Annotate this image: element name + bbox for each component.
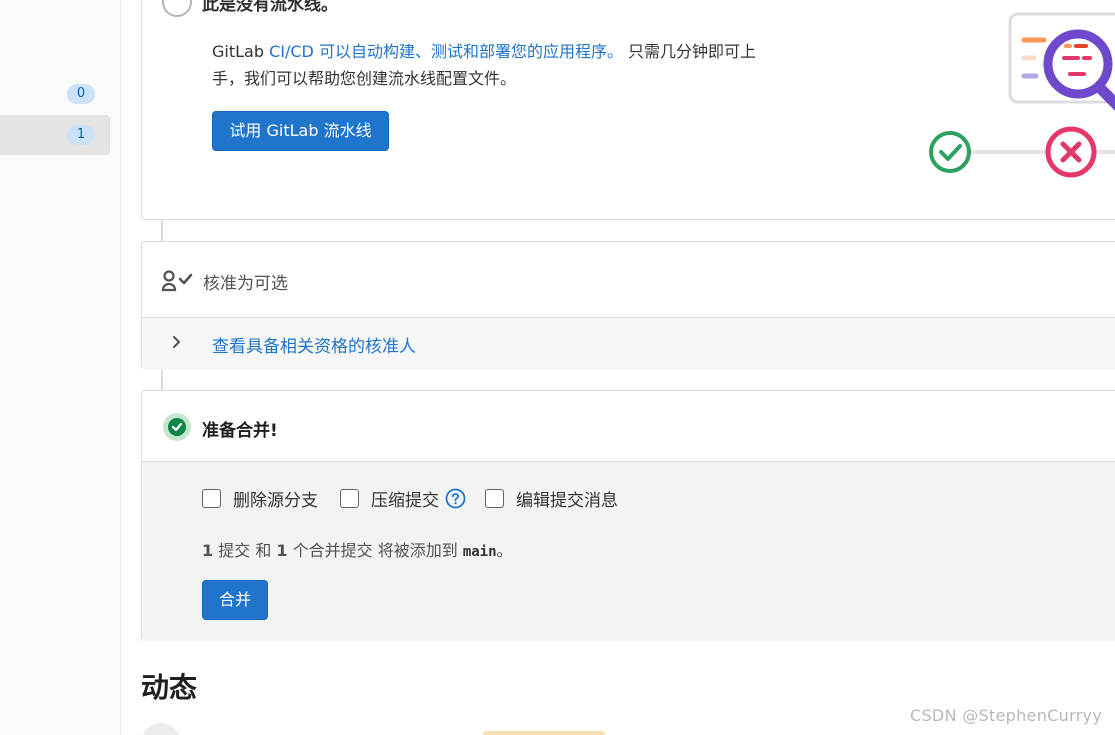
option-label: 编辑提交消息	[516, 490, 618, 511]
activity-heading: 动态	[141, 671, 198, 704]
desc-text: 只需几分钟即可上	[622, 42, 757, 61]
label-badge	[483, 731, 605, 735]
sidebar-item-active[interactable]: 1	[0, 115, 110, 155]
commit-count: 1	[202, 541, 214, 560]
merge-commit-count: 1	[276, 541, 288, 560]
success-check-icon	[163, 413, 191, 441]
approvals-widget: 核准为可选 查看具备相关资格的核准人	[141, 241, 1115, 370]
edit-commit-message-checkbox[interactable]	[485, 488, 504, 508]
desc-text: 手，我们可以帮助您创建流水线配置文件。	[212, 69, 517, 88]
sidebar: 0 1	[0, 0, 121, 735]
sidebar-item[interactable]: 0	[0, 74, 110, 114]
merge-button[interactable]: 合并	[202, 580, 268, 620]
edit-commit-message-option[interactable]: 编辑提交消息	[485, 487, 618, 511]
avatar	[141, 723, 181, 735]
watermark: CSDN @StephenCurryy	[910, 706, 1103, 725]
help-icon[interactable]	[445, 488, 466, 509]
approvals-header: 核准为可选	[142, 242, 1115, 318]
count-badge: 1	[67, 125, 95, 145]
commit-summary: 1 提交 和 1 个合并提交 将被添加到 main。	[202, 537, 513, 561]
delete-source-branch-checkbox[interactable]	[202, 488, 221, 508]
merge-commit-text: 个合并提交 将被添加到	[287, 541, 463, 560]
delete-source-branch-option[interactable]: 删除源分支	[202, 487, 318, 511]
merge-header: 准备合并!	[142, 391, 1115, 462]
pipeline-description: GitLab CI/CD 可以自动构建、测试和部署您的应用程序。 只需几分钟即可…	[212, 38, 812, 92]
ready-to-merge-text: 准备合并!	[202, 421, 278, 441]
timeline-connector	[161, 220, 163, 242]
merge-body: 删除源分支 压缩提交 编辑提交消息 1 提交 和 1 个合并提交 将被添加到 m…	[142, 462, 1115, 641]
option-label: 删除源分支	[233, 490, 318, 511]
try-pipeline-button[interactable]: 试用 GitLab 流水线	[212, 111, 389, 151]
pipeline-title: 此是没有流水线。	[202, 0, 338, 15]
count-badge: 0	[67, 84, 95, 104]
pipeline-illustration	[929, 12, 1115, 178]
option-label: 压缩提交	[371, 490, 439, 511]
status-icon	[162, 0, 192, 17]
commit-word: 提交 和	[213, 541, 277, 560]
approval-status: 核准为可选	[203, 274, 288, 294]
squash-commits-checkbox[interactable]	[340, 488, 359, 508]
period: 。	[496, 541, 513, 560]
target-branch: main	[462, 544, 497, 560]
desc-text: GitLab	[212, 42, 270, 61]
merge-widget: 准备合并! 删除源分支 压缩提交 编辑提交消息 1 提交 和 1 个合并提交 将…	[141, 390, 1115, 641]
chevron-right-icon[interactable]	[170, 332, 184, 352]
view-approvers-link[interactable]: 查看具备相关资格的核准人	[212, 332, 416, 357]
approvals-footer[interactable]: 查看具备相关资格的核准人	[142, 318, 1115, 370]
approval-check-icon	[161, 270, 193, 292]
timeline-connector	[161, 370, 163, 391]
squash-commits-option[interactable]: 压缩提交	[340, 487, 466, 511]
cicd-link[interactable]: CI/CD 可以自动构建、测试和部署您的应用程序。	[269, 42, 623, 61]
